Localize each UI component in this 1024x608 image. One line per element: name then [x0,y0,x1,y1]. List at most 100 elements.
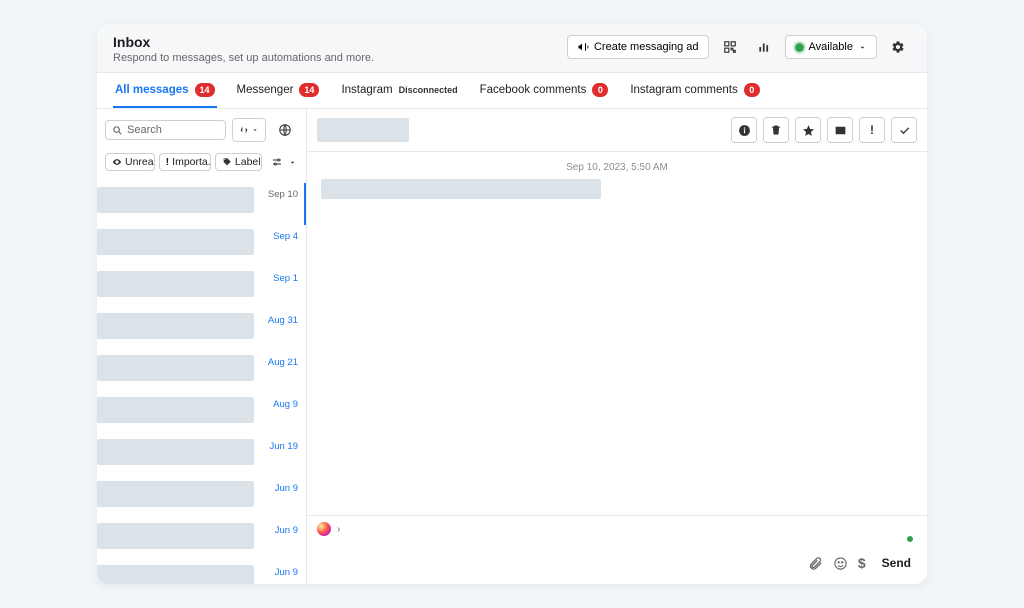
page-subtitle: Respond to messages, set up automations … [113,52,374,64]
page-header: Inbox Respond to messages, set up automa… [97,24,927,73]
filter-label: Importa... [172,156,211,168]
tab-label: Messenger [237,84,294,96]
emoji-icon-button[interactable] [833,556,848,571]
thread-item[interactable]: Sep 1 [97,267,306,309]
globe-icon-button[interactable] [272,117,298,143]
tab-label: Instagram [341,84,392,96]
thread-preview-placeholder [97,439,254,465]
delete-button[interactable] [763,117,789,143]
search-row: Search [97,109,306,149]
thread-item[interactable]: Sep 10 [97,183,306,225]
thread-preview-placeholder [97,187,254,213]
exclamation-icon: ! [870,123,874,137]
chevron-right-icon: › [337,524,340,535]
thread-list[interactable]: Sep 10 Sep 4 Sep 1 Aug 31 Aug 21 [97,183,306,584]
sliders-icon-button[interactable] [270,149,284,175]
tab-label: Facebook comments [480,84,587,96]
thread-preview-placeholder [97,481,254,507]
status-dot-icon [795,43,804,52]
search-input[interactable]: Search [105,120,226,140]
composer-action-row: $ Send [317,552,917,574]
thread-preview-placeholder [97,397,254,423]
attachment-icon-button[interactable] [808,556,823,571]
thread-item[interactable]: Aug 9 [97,393,306,435]
report-button[interactable]: ! [859,117,885,143]
exclamation-icon: ! [166,156,170,168]
analytics-icon-button[interactable] [751,34,777,60]
sort-icon [239,125,249,135]
thread-date: Jun 9 [260,565,298,578]
chevron-down-icon [251,126,259,134]
tab-instagram-comments[interactable]: Instagram comments 0 [628,73,761,108]
tab-badge: 14 [195,83,215,97]
settings-icon-button[interactable] [885,34,911,60]
thread-item[interactable]: Aug 21 [97,351,306,393]
create-messaging-ad-button[interactable]: Create messaging ad [567,35,709,59]
conversation-toolbar: ! [307,109,927,152]
mail-button[interactable] [827,117,853,143]
tag-icon [222,157,232,167]
channel-tabs: All messages 14 Messenger 14 Instagram D… [97,73,927,109]
composer-channel-row: › [317,522,917,536]
filter-label: Unread [125,156,155,168]
thread-preview-placeholder [97,355,254,381]
thread-date: Jun 9 [260,523,298,536]
header-actions: Create messaging ad Available [567,34,911,60]
sort-dropdown[interactable] [232,118,266,142]
thread-preview-placeholder [97,229,254,255]
filter-chevron-down[interactable] [287,149,298,175]
message-placeholder [321,179,601,199]
main-area: Search Unread ! [97,109,927,584]
conversation-panel: ! Sep 10, 2023, 5:50 AM › [307,109,927,584]
search-icon [112,125,123,136]
thread-date: Sep 1 [260,271,298,284]
chevron-down-icon [858,43,867,52]
instagram-icon [317,522,331,536]
thread-list-panel: Search Unread ! [97,109,307,584]
availability-dropdown[interactable]: Available [785,35,877,59]
thread-date: Aug 21 [260,355,298,368]
thread-date: Jun 19 [260,439,298,452]
search-placeholder: Search [127,124,162,136]
tab-instagram[interactable]: Instagram Disconnected [339,73,459,108]
thread-preview-placeholder [97,565,254,584]
thread-item[interactable]: Jun 19 [97,435,306,477]
tab-facebook-comments[interactable]: Facebook comments 0 [478,73,611,108]
conversation-body[interactable]: Sep 10, 2023, 5:50 AM [307,152,927,515]
megaphone-icon [577,41,589,53]
filter-importance[interactable]: ! Importa... [159,153,211,171]
filter-unread[interactable]: Unread [105,153,155,171]
done-button[interactable] [891,117,917,143]
filter-label: Labels [235,156,262,168]
filter-row: Unread ! Importa... Labels [97,149,306,183]
thread-preview-placeholder [97,271,254,297]
header-titles: Inbox Respond to messages, set up automa… [113,34,374,64]
tab-messenger[interactable]: Messenger 14 [235,73,322,108]
thread-preview-placeholder [97,523,254,549]
qr-icon-button[interactable] [717,34,743,60]
filter-labels[interactable]: Labels [215,153,262,171]
payments-icon-button[interactable]: $ [858,555,866,571]
message-composer: › $ Send [307,515,927,584]
thread-item[interactable]: Jun 9 [97,519,306,561]
thread-date: Jun 9 [260,481,298,494]
online-indicator-icon [907,536,913,542]
page-title: Inbox [113,34,374,50]
tab-badge: 0 [744,83,760,97]
star-button[interactable] [795,117,821,143]
tab-badge: 14 [299,83,319,97]
tab-badge: 0 [592,83,608,97]
status-label: Available [809,41,853,53]
inbox-app: Inbox Respond to messages, set up automa… [97,24,927,584]
thread-item[interactable]: Aug 31 [97,309,306,351]
send-button[interactable]: Send [876,552,917,574]
thread-item[interactable]: Jun 9 [97,561,306,584]
conversation-title-placeholder [317,118,409,142]
info-button[interactable] [731,117,757,143]
thread-item[interactable]: Jun 9 [97,477,306,519]
thread-date: Aug 31 [260,313,298,326]
tab-all-messages[interactable]: All messages 14 [113,73,217,108]
conversation-actions: ! [731,117,917,143]
thread-item[interactable]: Sep 4 [97,225,306,267]
eye-icon [112,157,122,167]
